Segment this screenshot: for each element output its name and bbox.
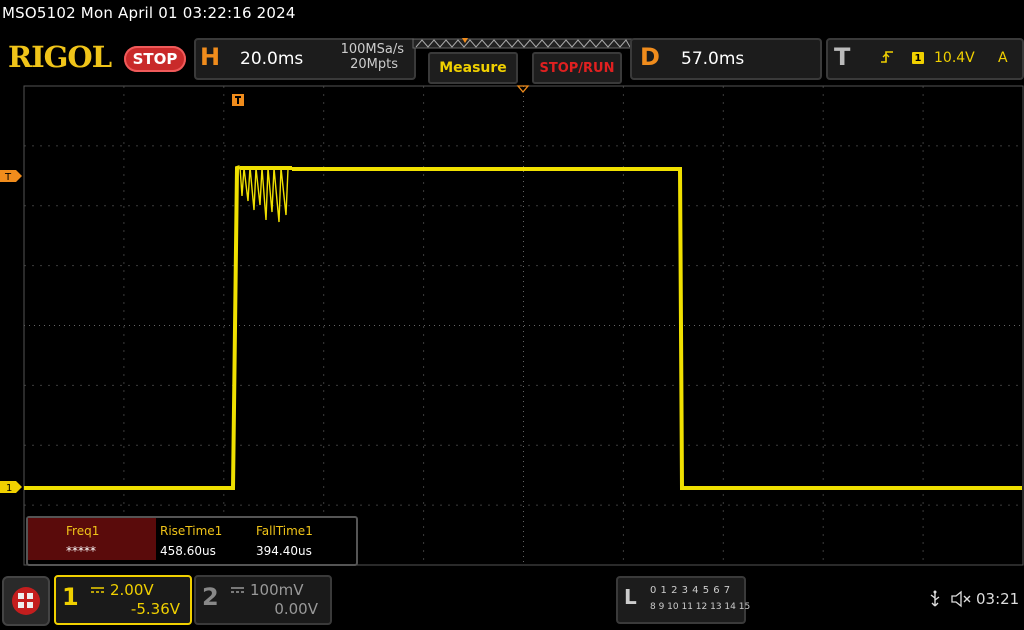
usb-icon <box>930 590 940 607</box>
trigger-position-marker <box>232 94 244 106</box>
svg-text:T: T <box>4 172 12 183</box>
sound-muted-icon[interactable] <box>950 590 972 608</box>
meas-header-fall: FallTime1 <box>256 524 313 538</box>
meas-value-freq: ***** <box>66 544 96 558</box>
trigger-level-marker: T <box>0 170 22 183</box>
status-clock: 03:21 <box>976 590 1020 608</box>
channel1-number: 1 <box>62 583 79 611</box>
meas-value-fall: 394.40us <box>256 544 312 558</box>
logic-channels-high: 8 9 10 11 12 13 14 15 <box>650 602 751 612</box>
channel2-scale: 100mV <box>250 581 304 599</box>
waveform-display[interactable]: T 1 <box>0 0 1024 566</box>
meas-header-rise: RiseTime1 <box>160 524 223 538</box>
channel1-offset: -5.36V <box>130 600 180 618</box>
menu-grid-icon <box>12 587 40 615</box>
channel2-number: 2 <box>202 583 219 611</box>
main-menu-button[interactable] <box>2 576 50 626</box>
channel2-offset: 0.00V <box>274 600 318 618</box>
dc-coupling-icon <box>91 587 104 593</box>
logic-channels-low: 0 1 2 3 4 5 6 7 <box>650 585 731 596</box>
dc-coupling-icon <box>231 587 244 593</box>
svg-text:1: 1 <box>6 483 12 494</box>
channel1-scale: 2.00V <box>110 581 154 599</box>
meas-value-rise: 458.60us <box>160 544 216 558</box>
meas-header-freq: Freq1 <box>66 524 100 538</box>
channel1-ground-marker: 1 <box>0 481 22 494</box>
logic-label: L <box>624 585 637 609</box>
